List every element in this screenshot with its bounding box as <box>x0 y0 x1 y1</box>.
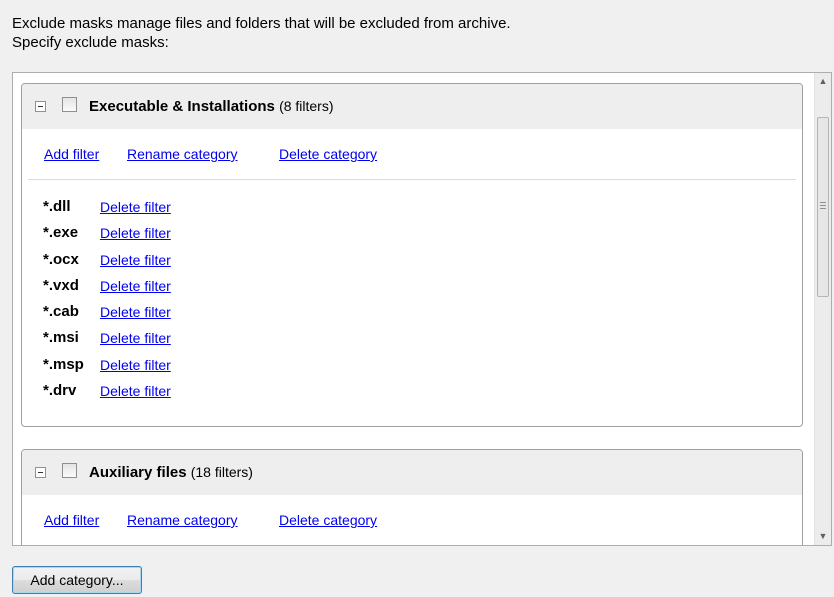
category-title: Executable & Installations (8 filters) <box>89 97 334 116</box>
delete-category-link[interactable]: Delete category <box>279 146 377 162</box>
category-filter-count: (8 filters) <box>279 98 334 114</box>
vertical-scrollbar[interactable]: ▲ ▼ <box>814 73 831 545</box>
filter-mask: *.ocx <box>43 250 79 268</box>
filter-row: *.exe Delete filter <box>22 223 802 249</box>
collapse-icon[interactable] <box>35 467 46 478</box>
filter-mask: *.cab <box>43 303 79 321</box>
scrollbar-thumb[interactable] <box>817 117 829 297</box>
grip-icon <box>820 202 826 211</box>
category-checkbox[interactable] <box>62 97 77 112</box>
add-filter-link[interactable]: Add filter <box>44 146 99 162</box>
category-actions: Add filter Rename category Delete catego… <box>28 129 796 180</box>
rename-category-link[interactable]: Rename category <box>127 512 238 528</box>
delete-filter-link[interactable]: Delete filter <box>100 197 171 217</box>
delete-filter-link[interactable]: Delete filter <box>100 381 171 401</box>
scroll-down-arrow-icon[interactable]: ▼ <box>815 528 831 545</box>
collapse-icon[interactable] <box>35 101 46 112</box>
exclude-masks-list: Executable & Installations (8 filters) A… <box>12 72 832 546</box>
category-checkbox[interactable] <box>62 463 77 478</box>
delete-filter-link[interactable]: Delete filter <box>100 276 171 296</box>
category-header: Auxiliary files (18 filters) <box>22 450 802 495</box>
filter-mask: *.drv <box>43 382 77 400</box>
filter-row: *.vxd Delete filter <box>22 276 802 302</box>
filter-row: *.dll Delete filter <box>22 197 802 223</box>
category-filter-count: (18 filters) <box>190 464 253 480</box>
category-actions: Add filter Rename category Delete catego… <box>28 495 796 545</box>
instructions: Exclude masks manage files and folders t… <box>12 14 511 52</box>
filter-row: *.drv Delete filter <box>22 381 802 407</box>
delete-category-link[interactable]: Delete category <box>279 512 377 528</box>
filter-row: *.msp Delete filter <box>22 355 802 381</box>
delete-filter-link[interactable]: Delete filter <box>100 328 171 348</box>
filter-mask: *.exe <box>43 224 79 242</box>
category-title: Auxiliary files (18 filters) <box>89 463 253 482</box>
filter-list: *.dll Delete filter *.exe Delete filter … <box>22 180 802 407</box>
intro-line-2: Specify exclude masks: <box>12 34 169 51</box>
filter-row: *.ocx Delete filter <box>22 250 802 276</box>
filter-mask: *.msi <box>43 329 79 347</box>
filter-mask: *.vxd <box>43 276 79 294</box>
category-name: Auxiliary files <box>89 464 187 481</box>
rename-category-link[interactable]: Rename category <box>127 146 238 162</box>
delete-filter-link[interactable]: Delete filter <box>100 223 171 243</box>
filter-mask: *.msp <box>43 355 84 373</box>
intro-line-1: Exclude masks manage files and folders t… <box>12 15 511 32</box>
delete-filter-link[interactable]: Delete filter <box>100 355 171 375</box>
delete-filter-link[interactable]: Delete filter <box>100 302 171 322</box>
category-auxiliary-files: Auxiliary files (18 filters) Add filter … <box>21 449 803 545</box>
category-header: Executable & Installations (8 filters) <box>22 84 802 129</box>
delete-filter-link[interactable]: Delete filter <box>100 250 171 270</box>
filter-row: *.msi Delete filter <box>22 328 802 354</box>
scroll-up-arrow-icon[interactable]: ▲ <box>815 73 831 90</box>
filter-row: *.cab Delete filter <box>22 302 802 328</box>
add-category-button[interactable]: Add category... <box>12 566 142 594</box>
add-filter-link[interactable]: Add filter <box>44 512 99 528</box>
category-executable-installations: Executable & Installations (8 filters) A… <box>21 83 803 427</box>
category-name: Executable & Installations <box>89 98 275 115</box>
filter-mask: *.dll <box>43 198 71 215</box>
